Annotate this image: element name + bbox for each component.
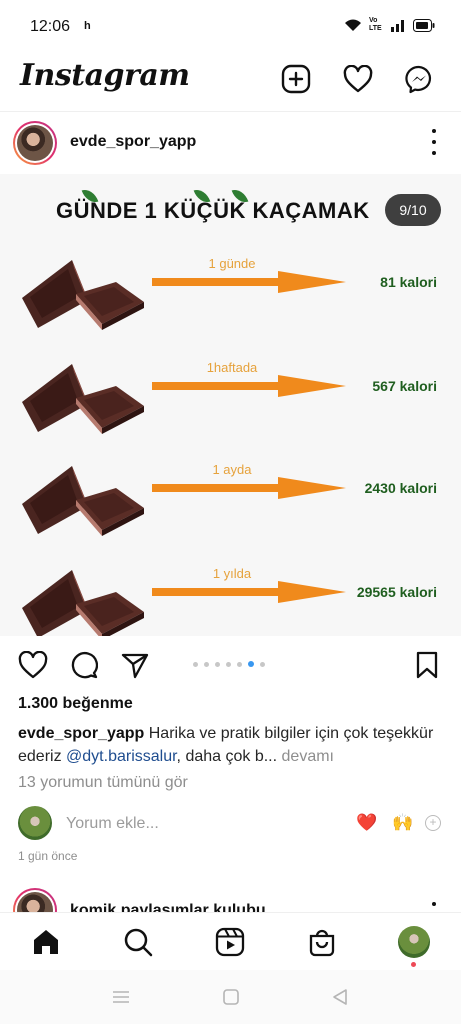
wifi-icon xyxy=(345,19,361,31)
signal-icon xyxy=(391,20,404,32)
reels-icon[interactable] xyxy=(213,925,247,959)
back-icon[interactable] xyxy=(329,986,351,1008)
carousel-dot xyxy=(248,661,254,667)
battery-icon xyxy=(413,18,435,32)
period-label: 1 ayda xyxy=(212,462,252,477)
calorie-value: 567 kalori xyxy=(372,378,437,394)
likes-count[interactable]: 1.300 beğenme xyxy=(18,695,133,713)
caption-mention[interactable]: @dyt.barissalur xyxy=(66,748,177,765)
caption-more-link[interactable]: devamı xyxy=(282,748,334,765)
next-post-header: komik paylaşımlar kulubu xyxy=(0,884,461,914)
period-label: 1haftada xyxy=(206,360,258,375)
heart-icon[interactable] xyxy=(341,62,375,96)
post-author-avatar[interactable] xyxy=(13,121,57,165)
system-navigation-bar xyxy=(0,970,461,1024)
caption-username[interactable]: evde_spor_yapp xyxy=(18,725,144,742)
chocolate-image xyxy=(22,466,144,536)
profile-notification-dot xyxy=(411,962,416,967)
calorie-row: 1 günde 81 kalori xyxy=(0,252,461,342)
add-comment-row: Yorum ekle... ❤️ 🙌 + xyxy=(0,804,461,844)
post-actions xyxy=(0,640,461,688)
slide-counter: 9/10 xyxy=(385,194,441,226)
carousel-dot xyxy=(215,661,220,667)
period-label: 1 günde xyxy=(208,256,256,271)
status-time: 12:06 xyxy=(30,18,71,35)
app-header: Instagram xyxy=(0,52,461,112)
profile-avatar-tab[interactable] xyxy=(397,925,431,959)
recent-apps-icon[interactable] xyxy=(110,986,132,1008)
save-bookmark-icon[interactable] xyxy=(412,650,442,680)
bottom-navigation xyxy=(0,912,461,970)
post-header: evde_spor_yapp xyxy=(0,114,461,172)
view-all-comments-link[interactable]: 13 yorumun tümünü gör xyxy=(18,774,188,792)
calorie-row: 1 ayda 2430 kalori xyxy=(0,458,461,548)
status-bar: 12:06 h Vo LTE xyxy=(0,0,461,52)
search-icon[interactable] xyxy=(121,925,155,959)
comment-input[interactable]: Yorum ekle... xyxy=(66,815,159,833)
carousel-dot xyxy=(260,661,265,667)
calorie-value: 81 kalori xyxy=(380,274,437,290)
more-options-icon[interactable] xyxy=(429,129,439,155)
create-post-icon[interactable] xyxy=(279,62,313,96)
carousel-dot xyxy=(193,661,198,667)
share-icon[interactable] xyxy=(120,650,150,680)
raised-hands-emoji-button[interactable]: 🙌 xyxy=(392,813,413,833)
chocolate-image xyxy=(22,260,144,330)
comment-icon[interactable] xyxy=(69,650,99,680)
volte-label: Vo LTE xyxy=(369,17,382,32)
status-extra: h xyxy=(84,20,91,32)
add-emoji-icon[interactable]: + xyxy=(425,815,441,831)
orange-arrow xyxy=(152,581,346,603)
orange-arrow xyxy=(152,477,346,499)
slide-title: GÜNDE 1 KÜÇÜK KAÇAMAK xyxy=(56,198,370,223)
status-icons: Vo LTE xyxy=(344,17,435,33)
like-icon[interactable] xyxy=(18,650,48,680)
orange-arrow xyxy=(152,271,346,293)
carousel-dot xyxy=(226,661,231,667)
messenger-icon[interactable] xyxy=(402,62,436,96)
post-caption: evde_spor_yapp Harika ve pratik bilgiler… xyxy=(18,722,448,768)
calorie-value: 2430 kalori xyxy=(364,480,437,496)
period-label: 1 yılda xyxy=(212,566,252,581)
carousel-indicator xyxy=(193,661,265,667)
chocolate-image xyxy=(22,570,144,636)
calorie-row: 1haftada 567 kalori xyxy=(0,356,461,446)
caption-text-continued: , daha çok b... xyxy=(176,748,278,765)
heart-emoji-button[interactable]: ❤️ xyxy=(356,813,377,833)
post-image[interactable]: GÜNDE 1 KÜÇÜK KAÇAMAK 9/10 1 günde 81 kal… xyxy=(0,174,461,636)
carousel-dot xyxy=(204,661,209,667)
next-post-avatar[interactable] xyxy=(13,888,57,914)
home-icon[interactable] xyxy=(29,925,63,959)
carousel-dot xyxy=(237,661,242,667)
orange-arrow xyxy=(152,375,346,397)
chocolate-image xyxy=(22,364,144,434)
post-author-username[interactable]: evde_spor_yapp xyxy=(70,133,196,151)
current-user-avatar xyxy=(18,806,52,840)
instagram-logo[interactable]: Instagram xyxy=(20,58,190,93)
calorie-row: 1 yılda 29565 kalori xyxy=(0,562,461,636)
shop-icon[interactable] xyxy=(305,925,339,959)
calorie-value: 29565 kalori xyxy=(356,584,437,600)
system-home-icon[interactable] xyxy=(220,986,242,1008)
post-timestamp: 1 gün önce xyxy=(18,849,78,863)
